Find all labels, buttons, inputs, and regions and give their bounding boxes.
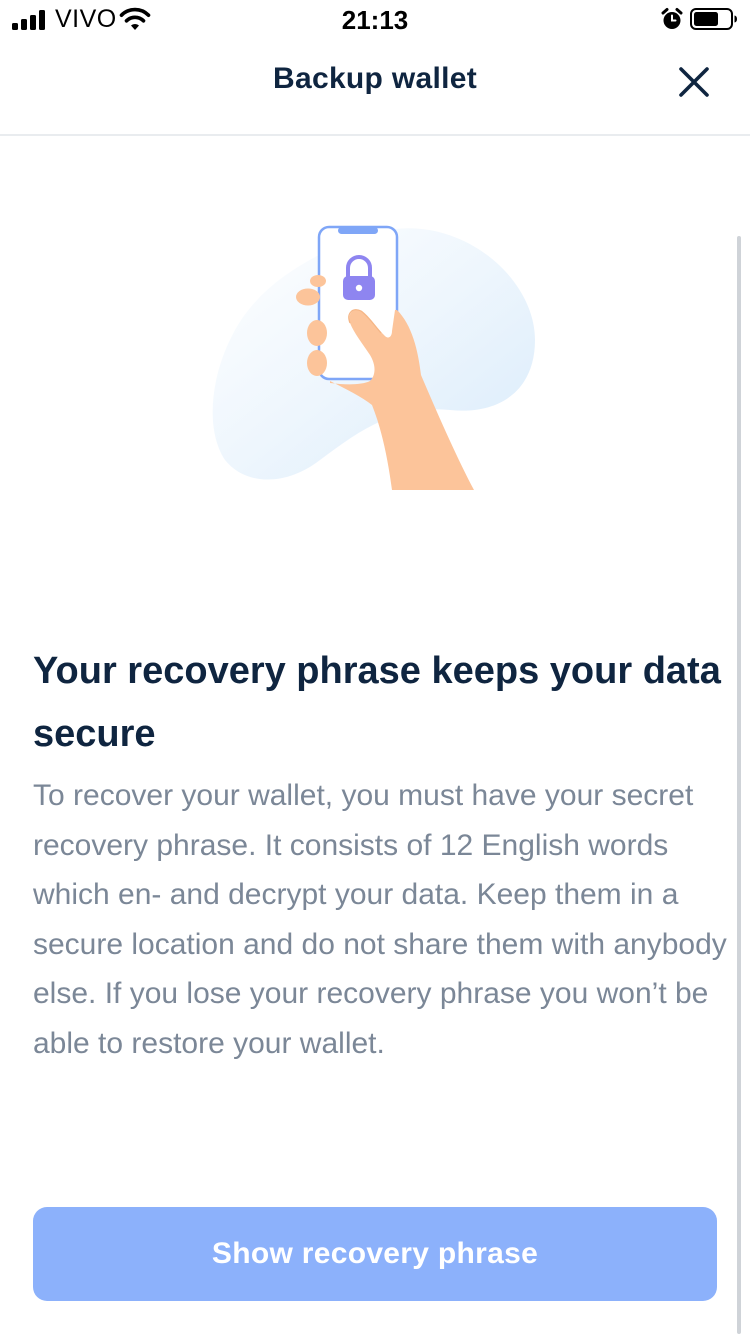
page-title: Backup wallet	[273, 62, 477, 95]
close-button[interactable]	[672, 60, 716, 104]
backup-wallet-screen: VIVO 21:13 Backup wallet Your recovery p…	[0, 0, 750, 1334]
headline: Your recovery phrase keeps your data sec…	[33, 650, 721, 755]
battery-icon	[690, 8, 737, 30]
description-text: To recover your wallet, you must have yo…	[33, 779, 727, 1060]
close-icon	[679, 67, 709, 97]
status-bar: VIVO 21:13	[0, 0, 750, 40]
alarm-icon	[661, 8, 683, 29]
scrollbar[interactable]	[737, 236, 741, 1334]
navigation-bar: Backup wallet	[0, 40, 750, 136]
show-recovery-phrase-button[interactable]: Show recovery phrase	[33, 1207, 717, 1301]
phone-in-hand-illustration	[212, 225, 535, 490]
status-time: 21:13	[341, 5, 409, 35]
